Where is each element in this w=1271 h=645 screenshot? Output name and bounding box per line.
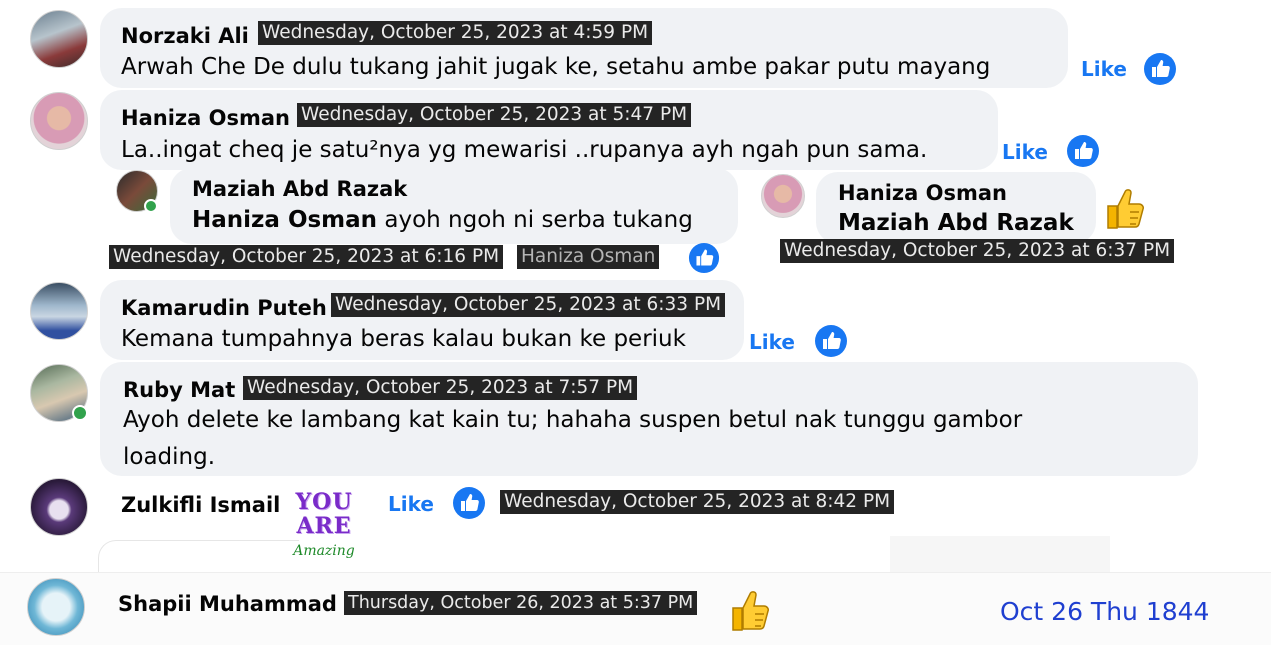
comment-timestamp: Wednesday, October 25, 2023 at 8:42 PM xyxy=(500,490,895,514)
online-status-dot xyxy=(72,405,88,421)
online-status-dot xyxy=(144,199,158,213)
like-reaction-icon[interactable] xyxy=(452,486,486,520)
thumbs-up-emoji-icon xyxy=(1100,182,1148,239)
like-button[interactable]: Like xyxy=(1002,140,1048,164)
mention-link[interactable]: Maziah Abd Razak xyxy=(838,210,1074,236)
date-stamp: Oct 26 Thu 1844 xyxy=(1000,597,1210,626)
image-frame xyxy=(98,540,299,575)
comment-author[interactable]: Haniza Osman xyxy=(121,106,290,130)
comment-text: loading. xyxy=(123,444,216,470)
reply-mention-tag[interactable]: Haniza Osman xyxy=(517,245,660,269)
like-reaction-icon[interactable] xyxy=(1143,52,1177,86)
like-button[interactable]: Like xyxy=(388,492,434,516)
comment-text: La..ingat cheq je satu²nya yg mewarisi .… xyxy=(121,137,928,163)
avatar[interactable] xyxy=(30,10,88,68)
like-reaction-icon[interactable] xyxy=(1066,134,1100,168)
sticker-text: ARE xyxy=(296,513,352,539)
comment-author[interactable]: Zulkifli Ismail xyxy=(121,493,280,517)
comment-author[interactable]: Ruby Mat xyxy=(123,378,235,402)
comment-text: Ayoh delete ke lambang kat kain tu; haha… xyxy=(123,407,1023,433)
mention-link[interactable]: Haniza Osman xyxy=(192,207,377,233)
avatar[interactable] xyxy=(761,174,805,218)
comment-text: Arwah Che De dulu tukang jahit jugak ke,… xyxy=(121,54,991,80)
comment-timestamp: Thursday, October 26, 2023 at 5:37 PM xyxy=(344,591,698,615)
comment-timestamp: Wednesday, October 25, 2023 at 6:33 PM xyxy=(331,293,726,317)
avatar[interactable] xyxy=(30,92,88,150)
comment-timestamp: Wednesday, October 25, 2023 at 6:37 PM xyxy=(780,239,1175,263)
like-reaction-icon[interactable] xyxy=(814,324,848,358)
comment-author[interactable]: Haniza Osman xyxy=(838,181,1007,205)
comment-timestamp: Wednesday, October 25, 2023 at 6:16 PM xyxy=(109,245,504,269)
comment-author[interactable]: Maziah Abd Razak xyxy=(192,177,407,201)
comment-timestamp: Wednesday, October 25, 2023 at 7:57 PM xyxy=(243,376,638,400)
avatar[interactable] xyxy=(30,478,88,536)
avatar[interactable] xyxy=(27,578,85,636)
comment-text: Haniza Osman ayoh ngoh ni serba tukang xyxy=(192,207,693,233)
comment-author[interactable]: Shapii Muhammad xyxy=(118,592,337,616)
comment-author[interactable]: Kamarudin Puteh xyxy=(121,296,327,320)
thumbs-up-emoji-icon xyxy=(725,584,773,641)
image-frame xyxy=(890,536,1110,574)
like-reaction-icon[interactable] xyxy=(688,242,720,274)
comment-text: Kemana tumpahnya beras kalau bukan ke pe… xyxy=(121,326,686,352)
like-button[interactable]: Like xyxy=(1081,57,1127,81)
comment-timestamp: Wednesday, October 25, 2023 at 5:47 PM xyxy=(297,103,692,127)
avatar[interactable] xyxy=(30,282,88,340)
sticker-text: YOU xyxy=(295,489,353,515)
reply-text: ayoh ngoh ni serba tukang xyxy=(377,207,693,233)
comment-author[interactable]: Norzaki Ali xyxy=(121,24,249,48)
like-button[interactable]: Like xyxy=(749,330,795,354)
comment-timestamp: Wednesday, October 25, 2023 at 4:59 PM xyxy=(258,21,653,45)
